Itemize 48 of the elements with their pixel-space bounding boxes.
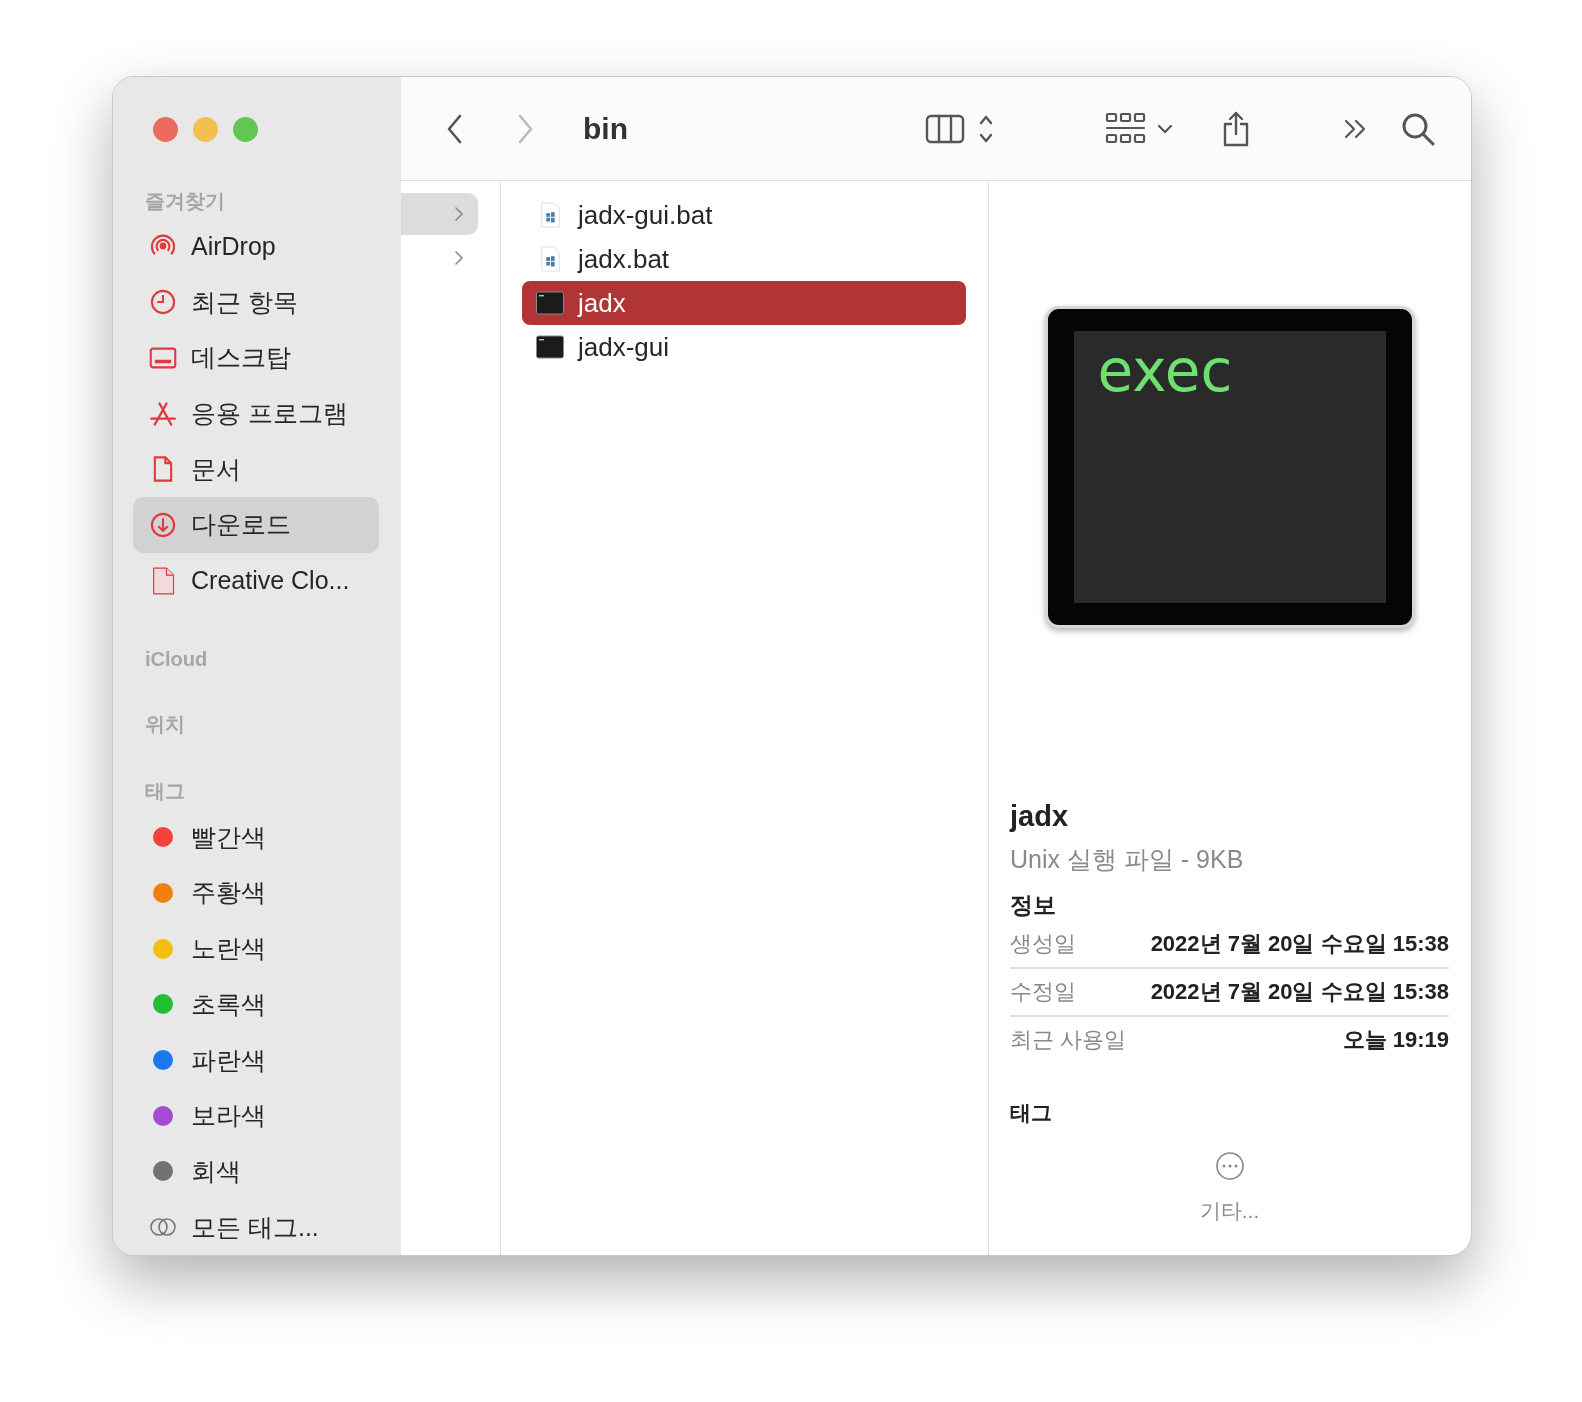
- share-icon[interactable]: [1221, 110, 1251, 147]
- tag-item[interactable]: 주황색: [133, 865, 379, 921]
- info-heading: 정보: [1010, 891, 1057, 920]
- tag-item[interactable]: 회색: [133, 1143, 379, 1200]
- tag-item[interactable]: 모든 태그...: [133, 1199, 379, 1255]
- file-row[interactable]: jadx-gui: [522, 325, 966, 369]
- file-row[interactable]: jadx.bat: [522, 237, 966, 281]
- sidebar-item[interactable]: 데스크탑: [133, 330, 379, 386]
- tags-heading: 태그: [1010, 1100, 1053, 1126]
- sidebar-item[interactable]: 문서: [133, 441, 379, 498]
- tag-item[interactable]: 빨간색: [133, 809, 379, 866]
- section-heading: 태그: [144, 779, 186, 805]
- tag-item[interactable]: 파란색: [133, 1032, 379, 1088]
- sidebar-item[interactable]: AirDrop: [133, 218, 379, 275]
- chevron-icon: [454, 206, 464, 222]
- section-heading: 위치: [144, 712, 186, 738]
- file-row[interactable]: jadx-gui.bat: [522, 193, 966, 237]
- terminal-icon: [536, 290, 564, 316]
- tag-item[interactable]: 노란색: [133, 920, 379, 977]
- app-store-icon: [149, 399, 177, 428]
- file-row[interactable]: jadx: [522, 281, 966, 325]
- close-button[interactable]: [153, 117, 178, 142]
- section-heading: 즐겨찾기: [144, 188, 226, 214]
- download-icon: [149, 510, 177, 539]
- sidebar-item[interactable]: 응용 프로그램: [133, 385, 379, 442]
- chevron-icon: [454, 250, 464, 266]
- file-name: jadx: [1010, 800, 1070, 833]
- more-options-icon[interactable]: [1214, 1151, 1245, 1181]
- info-label: 생성일: [1010, 930, 1076, 958]
- clock-icon: [149, 288, 177, 317]
- tag-item[interactable]: 보라색: [133, 1087, 379, 1144]
- search-icon[interactable]: [1401, 111, 1435, 146]
- terminal-icon: [536, 334, 564, 360]
- info-value: 2022년 7월 20일 수요일 15:38: [1150, 930, 1449, 958]
- window-title: bin: [583, 111, 628, 146]
- info-value: 오늘 19:19: [1342, 1026, 1449, 1054]
- info-label: 최근 사용일: [1010, 1026, 1127, 1054]
- tag-item[interactable]: 초록색: [133, 976, 379, 1033]
- sidebar-item[interactable]: Creative Clo...: [133, 552, 379, 609]
- file-type: Unix 실행 파일 - 9KB: [1010, 844, 1245, 875]
- sidebar-item[interactable]: 최근 항목: [133, 274, 379, 330]
- more-label[interactable]: 기타...: [1199, 1197, 1260, 1225]
- sidebar-item[interactable]: 다운로드: [133, 497, 379, 553]
- info-label: 수정일: [1010, 978, 1076, 1006]
- zoom-button[interactable]: [233, 117, 258, 142]
- icon-text: exec: [1097, 337, 1233, 405]
- info-value: 2022년 7월 20일 수요일 15:38: [1150, 978, 1449, 1006]
- section-heading: iCloud: [144, 647, 209, 673]
